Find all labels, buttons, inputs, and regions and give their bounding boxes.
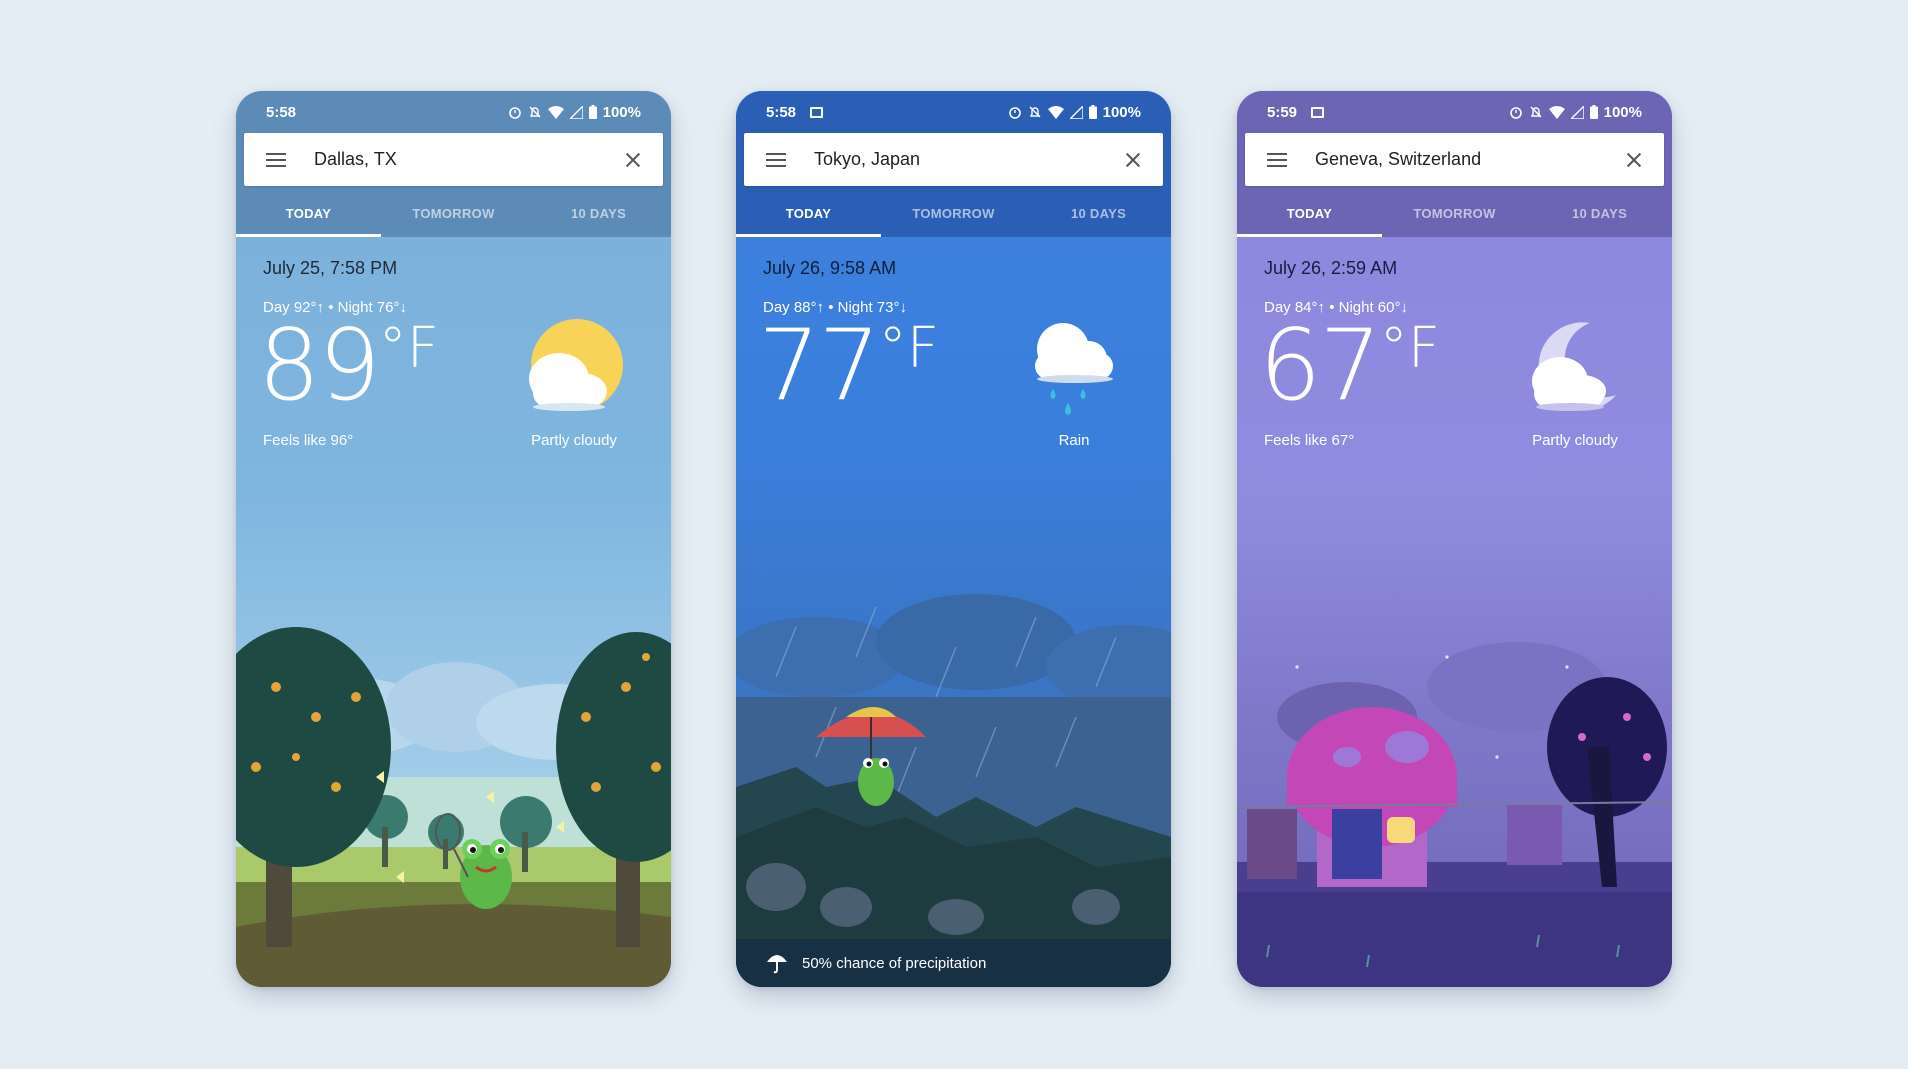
forecast-tabs: TODAY TOMORROW 10 DAYS bbox=[236, 191, 671, 237]
phone-tokyo: 5:58 100% TODAY TOMORROW 10 DAYS July 26… bbox=[736, 91, 1171, 987]
battery-percent: 100% bbox=[1102, 103, 1141, 121]
rain-cloud-icon bbox=[1035, 323, 1113, 415]
wifi-icon bbox=[1548, 105, 1565, 119]
battery-percent: 100% bbox=[602, 103, 641, 121]
notifications-off-icon bbox=[529, 106, 541, 118]
signal-icon bbox=[1570, 105, 1584, 119]
battery-percent: 100% bbox=[1603, 103, 1642, 121]
battery-icon bbox=[1088, 105, 1097, 119]
illustration-mushroom-night bbox=[1237, 627, 1672, 987]
notifications-off-icon bbox=[1530, 106, 1542, 118]
feels-like: Feels like 96° bbox=[263, 432, 354, 449]
status-time: 5:58 bbox=[766, 103, 797, 121]
status-time: 5:59 bbox=[1267, 103, 1298, 121]
signal-icon bbox=[1069, 105, 1083, 119]
tab-10-days[interactable]: 10 DAYS bbox=[526, 191, 671, 237]
wifi-icon bbox=[1047, 105, 1064, 119]
condition-label: Partly cloudy bbox=[531, 432, 617, 449]
precipitation-bar: 50% chance of precipitation bbox=[736, 939, 1171, 987]
illustration-frog-rain bbox=[736, 587, 1171, 987]
battery-icon bbox=[588, 105, 597, 119]
battery-icon bbox=[1589, 105, 1598, 119]
date-time: July 25, 7:58 PM bbox=[263, 258, 398, 278]
menu-icon[interactable] bbox=[766, 152, 786, 167]
menu-icon[interactable] bbox=[1267, 152, 1287, 167]
current-temperature: 77°F bbox=[758, 317, 939, 415]
tab-10-days[interactable]: 10 DAYS bbox=[1026, 191, 1171, 237]
image-notification-icon bbox=[1311, 106, 1325, 118]
condition-label: Rain bbox=[1058, 432, 1090, 449]
phone-geneva: 5:59 100% TODAY TOMORROW 10 DAYS July 26… bbox=[1237, 91, 1672, 987]
location-search-input[interactable] bbox=[814, 139, 1125, 180]
temperature-value: 77 bbox=[758, 309, 881, 423]
image-notification-icon bbox=[810, 106, 824, 118]
clear-search-icon[interactable] bbox=[1125, 152, 1141, 168]
clear-search-icon[interactable] bbox=[1626, 152, 1642, 168]
temperature-value: 67 bbox=[1259, 309, 1382, 423]
location-search-input[interactable] bbox=[1315, 139, 1626, 180]
search-bar bbox=[1245, 133, 1664, 186]
alarm-icon bbox=[1008, 107, 1021, 119]
phone-dallas: 5:58 100% TODAY TOMORROW 10 DAYS July 25… bbox=[236, 91, 671, 987]
tab-today[interactable]: TODAY bbox=[1237, 191, 1382, 237]
menu-icon[interactable] bbox=[266, 152, 286, 167]
tab-tomorrow[interactable]: TOMORROW bbox=[381, 191, 526, 237]
search-bar bbox=[244, 133, 663, 186]
current-temperature: 89°F bbox=[258, 317, 439, 415]
partly-cloudy-sun-icon bbox=[529, 319, 623, 411]
status-bar: 5:58 100% bbox=[736, 91, 1171, 133]
temperature-unit: °F bbox=[878, 316, 939, 381]
search-bar bbox=[744, 133, 1163, 186]
clear-search-icon[interactable] bbox=[625, 152, 641, 168]
current-temperature: 67°F bbox=[1259, 317, 1440, 415]
temperature-value: 89 bbox=[258, 309, 381, 423]
location-search-input[interactable] bbox=[314, 139, 625, 180]
status-bar: 5:58 100% bbox=[236, 91, 671, 133]
status-bar: 5:59 100% bbox=[1237, 91, 1672, 133]
date-time: July 26, 9:58 AM bbox=[763, 258, 897, 278]
tab-today[interactable]: TODAY bbox=[736, 191, 881, 237]
tab-tomorrow[interactable]: TOMORROW bbox=[881, 191, 1026, 237]
alarm-icon bbox=[508, 107, 521, 119]
temperature-unit: °F bbox=[378, 316, 439, 381]
tab-tomorrow[interactable]: TOMORROW bbox=[1382, 191, 1527, 237]
date-time: July 26, 2:59 AM bbox=[1264, 258, 1398, 278]
illustration-frog-orchard bbox=[236, 627, 671, 987]
notifications-off-icon bbox=[1029, 106, 1041, 118]
forecast-tabs: TODAY TOMORROW 10 DAYS bbox=[736, 191, 1171, 237]
tab-10-days[interactable]: 10 DAYS bbox=[1527, 191, 1672, 237]
temperature-unit: °F bbox=[1379, 316, 1440, 381]
signal-icon bbox=[569, 105, 583, 119]
partly-cloudy-moon-icon bbox=[1532, 322, 1616, 411]
wifi-icon bbox=[547, 105, 564, 119]
precipitation-text: 50% chance of precipitation bbox=[802, 954, 987, 972]
forecast-tabs: TODAY TOMORROW 10 DAYS bbox=[1237, 191, 1672, 237]
tab-today[interactable]: TODAY bbox=[236, 191, 381, 237]
status-time: 5:58 bbox=[266, 103, 297, 121]
umbrella-icon bbox=[767, 955, 787, 974]
feels-like: Feels like 67° bbox=[1264, 432, 1355, 449]
alarm-icon bbox=[1509, 107, 1522, 119]
condition-label: Partly cloudy bbox=[1532, 432, 1618, 449]
